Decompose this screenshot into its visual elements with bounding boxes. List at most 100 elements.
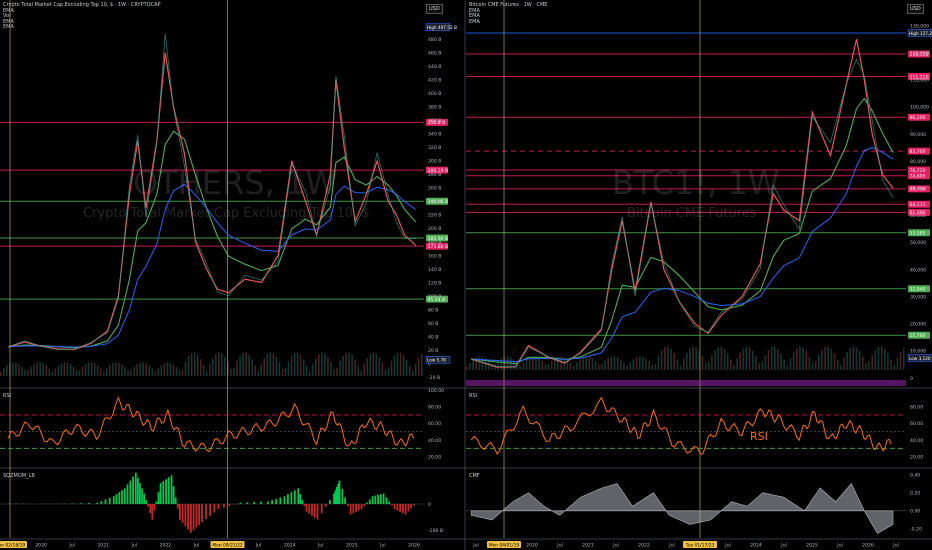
right-volume-bar — [544, 364, 547, 370]
left-volume-bar — [60, 363, 63, 376]
left-volume-bar — [360, 371, 362, 376]
left-osc-bar — [290, 492, 293, 504]
right-y-tick-11: 110,000 — [910, 78, 929, 84]
left-y-tick-12: 220 B — [428, 213, 441, 219]
left-volume-bar — [130, 370, 132, 376]
left-osc-bar — [205, 504, 207, 519]
left-osc-bar — [176, 504, 179, 509]
left-volume-bar — [145, 363, 147, 376]
left-volume-bar — [357, 365, 359, 376]
left-osc-bar — [184, 504, 187, 527]
left-volume-bar — [209, 364, 211, 376]
right-osc-y-tick-1: 0.20 — [910, 490, 920, 496]
right-volume-bar — [701, 356, 704, 370]
left-volume-bar — [251, 359, 253, 376]
left-y-tick-14: 260 B — [428, 186, 441, 192]
left-osc-bar — [151, 504, 154, 520]
left-x-tick-0: Mon 02/18/19 — [0, 543, 25, 549]
right-volume-bar — [638, 356, 641, 370]
left-volume-bar — [284, 367, 287, 376]
left-volume-bar — [411, 370, 414, 376]
left-volume-bar — [66, 362, 69, 376]
left-volume-bar — [205, 371, 208, 376]
left-osc-bar — [271, 500, 273, 504]
right-volume-bar — [783, 359, 785, 370]
right-volume-bar — [868, 361, 870, 370]
right-volume-bar — [676, 359, 679, 370]
left-volume-bar — [142, 362, 144, 376]
left-osc-bar — [132, 476, 134, 504]
left-volume-bar — [414, 363, 417, 376]
right-volume-bar — [836, 359, 839, 370]
left-volume-bar — [133, 366, 135, 376]
right-volume-bar — [604, 360, 606, 370]
left-osc-bar — [404, 504, 407, 515]
left-rsi-y-tick-1: 80.00 — [428, 404, 441, 410]
right-volume-bar — [569, 362, 572, 370]
right-y-tick-0: 0 — [910, 376, 913, 382]
left-volume-bar — [224, 356, 226, 376]
right-volume-bar — [893, 364, 895, 370]
left-osc-bar — [112, 496, 115, 504]
left-volume-bar — [372, 352, 375, 376]
right-volume-bar — [748, 347, 751, 370]
right-volume-bar — [852, 346, 855, 370]
left-y-tick-15: 280 B — [428, 172, 441, 178]
left-volume-bar — [260, 364, 263, 376]
left-volume-bar — [399, 352, 402, 376]
left-osc-bar — [8, 503, 11, 504]
left-volume-bar — [239, 356, 241, 376]
left-volume-bar — [324, 353, 326, 376]
right-volume-bar — [478, 356, 481, 370]
right-volume-bar — [880, 346, 883, 370]
right-marker-high: High 127,240 — [909, 31, 932, 36]
left-y-tick-10: 180 B — [428, 240, 441, 246]
left-volume-bar — [78, 370, 81, 376]
right-volume-bar — [752, 350, 754, 370]
left-osc-bar — [341, 489, 344, 504]
left-y-tick-23: 440 B — [428, 64, 441, 70]
left-osc-bar — [279, 497, 282, 504]
left-volume-bar — [72, 366, 75, 376]
left-y-tick-22: 420 B — [428, 77, 441, 83]
right-volume-bar — [811, 363, 814, 370]
right-volume-bar — [814, 361, 817, 370]
right-volume-bar — [616, 357, 619, 370]
left-volume-bar — [308, 371, 311, 376]
left-volume-bar — [193, 352, 196, 376]
right-x-tick-1: Mon 04/01/19 — [489, 543, 520, 549]
right-volume-bar — [541, 360, 543, 370]
left-volume-bar — [75, 370, 78, 376]
left-volume-bar — [199, 359, 202, 376]
left-volume-bar — [290, 355, 293, 376]
left-osc-bar — [137, 477, 139, 504]
left-currency-button[interactable]: USD — [426, 4, 443, 14]
left-osc-bar — [313, 504, 316, 518]
left-volume-bar — [348, 352, 350, 376]
right-volume-bar — [673, 353, 675, 370]
left-y-tick-4: 60 B — [428, 321, 438, 327]
left-osc-bar — [115, 494, 118, 504]
left-osc-bar — [344, 497, 346, 504]
left-osc-bar — [139, 483, 141, 504]
left-osc-bar — [104, 499, 107, 504]
left-y-tick-19: 360 B — [428, 118, 441, 124]
left-osc-bar — [399, 504, 401, 512]
left-volume-bar — [236, 361, 238, 376]
left-volume-bar — [336, 367, 338, 376]
left-osc-bar — [329, 500, 331, 504]
right-volume-bar — [858, 351, 861, 370]
right-volume-bar — [642, 356, 644, 370]
left-osc-y-tick-0: 0 — [428, 502, 431, 508]
left-volume-bar — [254, 365, 256, 376]
right-volume-bar — [717, 347, 719, 370]
right-volume-bar — [525, 359, 528, 370]
left-volume-bar — [248, 354, 250, 376]
right-currency-button[interactable]: USD — [907, 4, 924, 14]
right-volume-bar — [648, 361, 650, 370]
left-volume-bar — [212, 358, 214, 376]
left-osc-y-tick-1: -100 B — [428, 528, 443, 534]
right-volume-bar — [830, 348, 833, 370]
right-y-tick-10: 100,000 — [910, 105, 929, 111]
left-osc-bar — [301, 500, 304, 504]
